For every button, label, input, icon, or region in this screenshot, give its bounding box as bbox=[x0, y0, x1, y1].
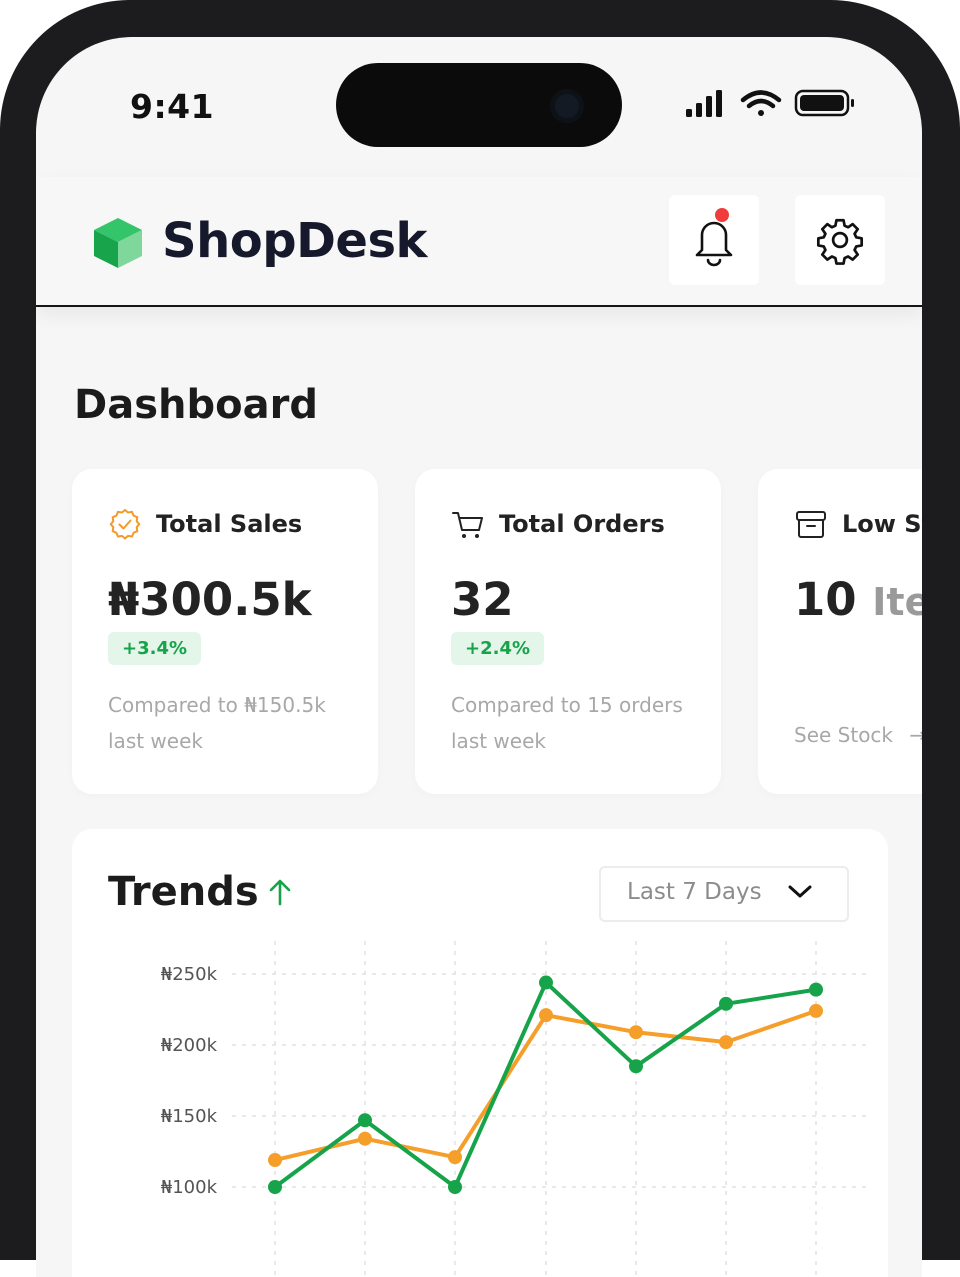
stock-count: 10 bbox=[794, 573, 857, 626]
total-sales-card[interactable]: Total Sales ₦300.5k +3.4% Compared to ₦1… bbox=[72, 469, 378, 794]
card-note: Compared to ₦150.5k last week bbox=[108, 693, 326, 753]
card-note: Compared to 15 orders last week bbox=[451, 693, 683, 753]
change-badge: +3.4% bbox=[108, 632, 202, 665]
card-value: ₦300.5k bbox=[108, 573, 312, 626]
card-label: Low St bbox=[842, 510, 922, 538]
trends-panel: Trends Last 7 Days ₦250k ₦200k ₦150k ₦100k bbox=[72, 829, 888, 1277]
data-point bbox=[809, 982, 823, 997]
trends-line-chart: ₦250k ₦200k ₦150k ₦100k bbox=[161, 941, 872, 1277]
data-point bbox=[448, 1150, 462, 1165]
battery-icon bbox=[794, 89, 854, 117]
data-point bbox=[539, 975, 553, 990]
data-point bbox=[358, 1131, 372, 1146]
app-screen: 9:41 ShopDesk Dashboard Total Sales ₦300… bbox=[36, 37, 922, 1277]
notification-dot bbox=[715, 208, 729, 222]
data-point bbox=[268, 1180, 282, 1194]
card-header: Total Orders bbox=[451, 507, 665, 541]
see-stock-label: See Stock bbox=[794, 723, 894, 747]
card-label: Total Sales bbox=[156, 510, 303, 538]
phone-frame: 9:41 ShopDesk Dashboard Total Sales ₦300… bbox=[0, 0, 960, 1277]
dynamic-island bbox=[336, 63, 622, 147]
data-point bbox=[719, 1035, 733, 1050]
total-orders-card[interactable]: Total Orders 32 +2.4% Compared to 15 ord… bbox=[415, 469, 721, 794]
cart-icon bbox=[452, 512, 483, 538]
data-point bbox=[809, 1003, 823, 1018]
card-header: Total Sales bbox=[108, 507, 302, 541]
y-tick-label: ₦100k bbox=[161, 1177, 218, 1198]
data-point bbox=[629, 1025, 643, 1040]
settings-button[interactable] bbox=[795, 195, 885, 285]
low-stock-card[interactable]: Low St 10 Iten See Stock → bbox=[758, 469, 922, 794]
gear-icon bbox=[816, 218, 864, 265]
data-point bbox=[268, 1153, 282, 1168]
bell-icon bbox=[695, 221, 733, 267]
change-badge: +2.4% bbox=[451, 632, 545, 665]
arrow-right-icon: → bbox=[909, 723, 922, 747]
brand-name: ShopDesk bbox=[162, 213, 427, 269]
app-header: ShopDesk bbox=[36, 177, 922, 307]
data-point bbox=[358, 1113, 372, 1128]
card-value: 10 Iten bbox=[794, 573, 922, 626]
data-point bbox=[539, 1008, 553, 1023]
page-title: Dashboard bbox=[74, 382, 318, 428]
status-icons bbox=[686, 89, 854, 117]
y-tick-label: ₦150k bbox=[161, 1106, 218, 1127]
cellular-signal-icon bbox=[686, 90, 722, 117]
data-point bbox=[719, 996, 733, 1011]
notifications-button[interactable] bbox=[669, 195, 759, 285]
y-tick-label: ₦250k bbox=[161, 964, 218, 985]
y-tick-label: ₦200k bbox=[161, 1035, 218, 1056]
data-point bbox=[629, 1059, 643, 1074]
shopdesk-logo-icon bbox=[94, 218, 142, 268]
archive-box-icon bbox=[796, 511, 826, 538]
status-time: 9:41 bbox=[130, 87, 215, 126]
card-label: Total Orders bbox=[499, 510, 665, 538]
verified-badge-icon bbox=[109, 508, 141, 540]
card-header: Low St bbox=[794, 507, 922, 541]
stock-unit: Iten bbox=[872, 580, 922, 624]
data-point bbox=[448, 1180, 462, 1194]
see-stock-link[interactable]: See Stock → bbox=[794, 723, 922, 747]
wifi-icon bbox=[740, 90, 782, 116]
camera-icon bbox=[550, 89, 584, 123]
card-value: 32 bbox=[451, 573, 514, 626]
